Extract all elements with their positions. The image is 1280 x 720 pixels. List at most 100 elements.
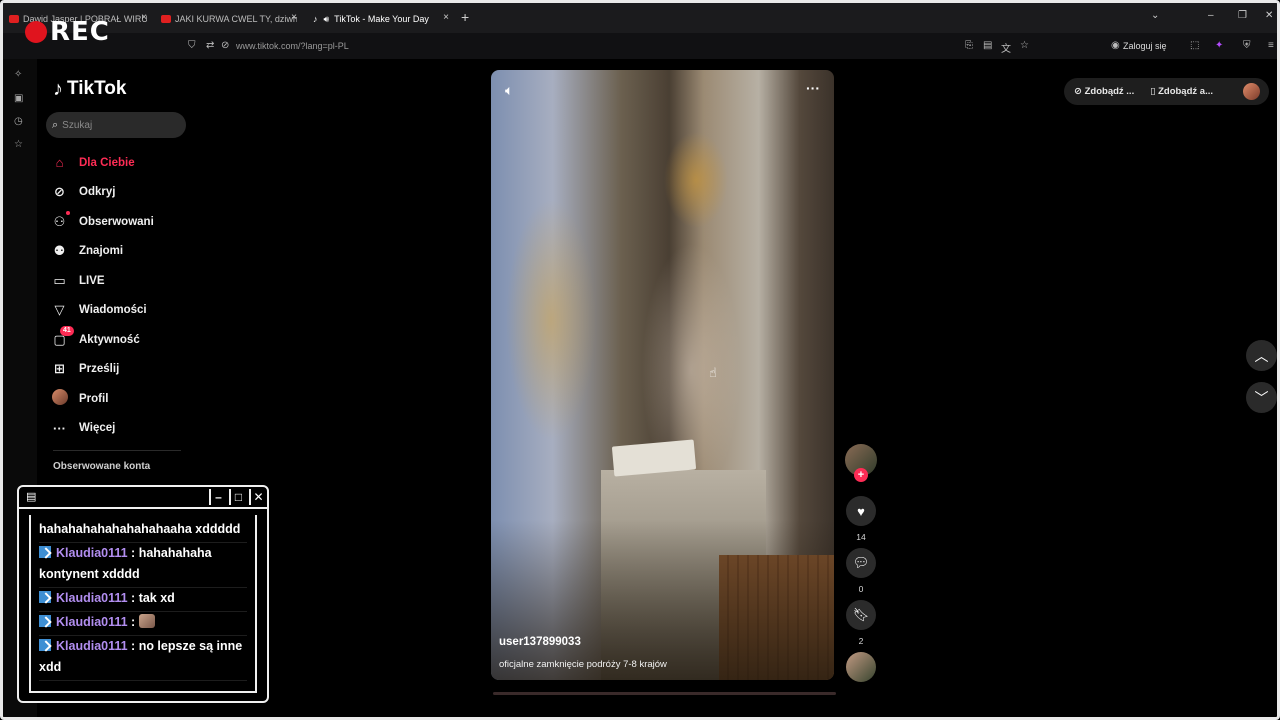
close-tab-icon[interactable]: × bbox=[443, 12, 449, 23]
screen-frame: Dawid Jasper | POBRAŁ WIRUSA × JAKI KURW… bbox=[0, 0, 1280, 720]
sidebar-item-label: Profil bbox=[79, 392, 109, 405]
browser-tab[interactable]: JAKI KURWA CWEL TY, dziwna × bbox=[161, 9, 297, 29]
chat-badge-icon bbox=[39, 615, 51, 627]
chat-username[interactable]: Klaudia0111 bbox=[56, 615, 128, 629]
video-description: oficjalne zamknięcie podróży 7-8 krajów bbox=[499, 659, 667, 670]
chat-username[interactable]: Klaudia0111 bbox=[56, 639, 128, 653]
search-icon: ⌕ bbox=[52, 118, 59, 131]
follow-plus-icon[interactable]: + bbox=[854, 468, 868, 482]
vpn-icon[interactable]: ⛨ bbox=[1243, 40, 1251, 51]
youtube-icon bbox=[161, 15, 171, 23]
rec-dot-icon bbox=[25, 21, 47, 43]
chat-close-icon[interactable]: ✕ bbox=[249, 489, 266, 505]
bookmark-star-icon[interactable]: ☆ bbox=[1020, 40, 1029, 51]
tab-title: TikTok - Make Your Day bbox=[334, 14, 429, 24]
browser-tab-active[interactable]: ♪ 🔊︎ TikTok - Make Your Day × bbox=[313, 9, 449, 29]
sidebar-item-upload[interactable]: ⊞ Prześlij bbox=[51, 355, 191, 385]
like-action[interactable]: ♥ 14 bbox=[845, 496, 877, 542]
user-avatar[interactable] bbox=[1243, 83, 1260, 100]
mouse-cursor-icon: ☝ bbox=[709, 365, 717, 380]
history-icon[interactable]: ◷ bbox=[14, 116, 23, 127]
login-button[interactable]: Zaloguj się bbox=[1123, 41, 1167, 51]
sidebar-item-messages[interactable]: ▽ Wiadomości bbox=[51, 296, 191, 326]
maximize-icon[interactable]: ❐ bbox=[1238, 10, 1247, 21]
tiktok-logo[interactable]: ♪ TikTok bbox=[53, 78, 126, 100]
tab-title: JAKI KURWA CWEL TY, dziwna bbox=[175, 14, 297, 24]
chat-maximize-icon[interactable]: □ bbox=[229, 489, 246, 505]
bookmark-icon[interactable]: 🔖︎ bbox=[846, 600, 876, 630]
tab-list-chevron-icon[interactable]: ⌄ bbox=[1151, 10, 1159, 21]
sidebar-item-activity[interactable]: ▢ 41 Aktywność bbox=[51, 325, 191, 355]
comment-icon[interactable]: 💬︎ bbox=[846, 548, 876, 578]
extensions-icon[interactable]: ⬚ bbox=[1190, 40, 1199, 51]
sidebar-item-explore[interactable]: ⊘ Odkryj bbox=[51, 178, 191, 208]
profile-avatar bbox=[51, 389, 68, 408]
reader-icon[interactable]: ▤ bbox=[983, 40, 992, 51]
chat-message: Klaudia0111 : tak xd bbox=[39, 588, 247, 612]
chat-username[interactable]: Klaudia0111 bbox=[56, 546, 128, 560]
speaker-icon: 🔊︎ bbox=[323, 13, 330, 24]
tabs-icon[interactable]: ▣ bbox=[14, 93, 23, 104]
sidebar-item-live[interactable]: ▭ LIVE bbox=[51, 266, 191, 296]
sidebar-item-following[interactable]: ⚇ Obserwowani bbox=[51, 207, 191, 237]
sidebar-item-for-you[interactable]: ⌂ Dla Ciebie bbox=[51, 148, 191, 178]
comment-action[interactable]: 💬︎ 0 bbox=[845, 548, 877, 594]
browser-tab-bar: Dawid Jasper | POBRAŁ WIRUSA × JAKI KURW… bbox=[3, 3, 1277, 33]
get-app-button[interactable]: ▯ Zdobądź a... bbox=[1150, 86, 1213, 97]
chat-message: Klaudia0111 : no lepsze są inne xdd bbox=[39, 636, 247, 681]
sidebar-item-friends[interactable]: ⚉ Znajomi bbox=[51, 237, 191, 267]
chat-username[interactable]: Klaudia0111 bbox=[56, 591, 128, 605]
menu-icon[interactable]: ≡ bbox=[1268, 40, 1274, 51]
heart-icon[interactable]: ♥ bbox=[846, 496, 876, 526]
sidebar-item-label: Dla Ciebie bbox=[79, 156, 135, 169]
next-video-button[interactable]: ﹀ bbox=[1246, 382, 1277, 413]
ai-icon[interactable]: ✧ bbox=[14, 69, 22, 80]
user-follow-icon: ⚇ bbox=[53, 213, 66, 229]
get-coins-label: Zdobądź ... bbox=[1084, 86, 1135, 97]
previous-video-button[interactable]: ︿ bbox=[1246, 340, 1277, 371]
chat-badge-icon bbox=[39, 639, 51, 651]
mute-icon[interactable]: 🔈︎ bbox=[505, 82, 513, 99]
shield-icon[interactable]: ⛉ bbox=[188, 40, 196, 51]
tiktok-note-icon: ♪ bbox=[53, 78, 63, 100]
search-box[interactable]: ⌕ bbox=[46, 112, 186, 138]
chevron-down-icon: ﹀ bbox=[1254, 389, 1269, 406]
url-field[interactable]: www.tiktok.com/?lang=pl-PL bbox=[236, 41, 349, 51]
rec-label: REC bbox=[50, 17, 110, 47]
tracking-icon[interactable]: ⊘ bbox=[221, 40, 229, 51]
search-input[interactable] bbox=[62, 119, 173, 131]
compass-icon: ⊘ bbox=[54, 184, 65, 200]
sidebar-item-more[interactable]: ··· Więcej bbox=[51, 414, 191, 444]
sidebar-item-label: Więcej bbox=[79, 422, 116, 435]
translate-icon[interactable]: 文 bbox=[1001, 40, 1011, 55]
favorites-icon[interactable]: ☆ bbox=[14, 139, 23, 150]
more-dots-icon: ··· bbox=[53, 420, 66, 436]
save-action[interactable]: 🔖︎ 2 bbox=[845, 600, 877, 646]
chat-message: Klaudia0111 : bbox=[39, 612, 247, 636]
get-coins-button[interactable]: ⊘ Zdobądź ... bbox=[1074, 86, 1134, 97]
more-options-icon[interactable]: ··· bbox=[806, 80, 820, 96]
close-tab-icon[interactable]: × bbox=[141, 12, 147, 23]
video-progress-bar[interactable] bbox=[493, 692, 836, 695]
comment-count: 0 bbox=[858, 584, 864, 594]
extension-icon[interactable]: ✦ bbox=[1215, 40, 1223, 51]
screenshot-icon[interactable]: ⎘ bbox=[965, 40, 973, 51]
close-window-icon[interactable]: ✕ bbox=[1265, 10, 1273, 21]
close-tab-icon[interactable]: × bbox=[291, 12, 297, 23]
video-author[interactable]: user137899033 bbox=[499, 636, 581, 648]
sidebar-item-label: Obserwowani bbox=[79, 215, 154, 228]
new-tab-icon[interactable]: + bbox=[461, 9, 469, 25]
chat-minimize-icon[interactable]: – bbox=[209, 489, 226, 505]
video-player[interactable]: 🔈︎ ··· user137899033 oficjalne zamknięci… bbox=[491, 70, 834, 680]
sidebar-item-profile[interactable]: Profil bbox=[51, 384, 191, 414]
chat-badge-icon bbox=[39, 591, 51, 603]
permissions-icon[interactable]: ⇄ bbox=[206, 40, 214, 51]
chevron-up-icon: ︿ bbox=[1254, 347, 1269, 364]
chat-message-text: tak xd bbox=[138, 591, 175, 605]
sidebar-item-label: LIVE bbox=[79, 274, 105, 287]
music-disc-avatar[interactable] bbox=[846, 652, 876, 682]
upload-plus-icon: ⊞ bbox=[54, 361, 65, 377]
chat-icon: ▤ bbox=[26, 491, 37, 503]
minimize-icon[interactable]: – bbox=[1208, 10, 1214, 21]
rec-indicator: REC bbox=[25, 17, 110, 47]
